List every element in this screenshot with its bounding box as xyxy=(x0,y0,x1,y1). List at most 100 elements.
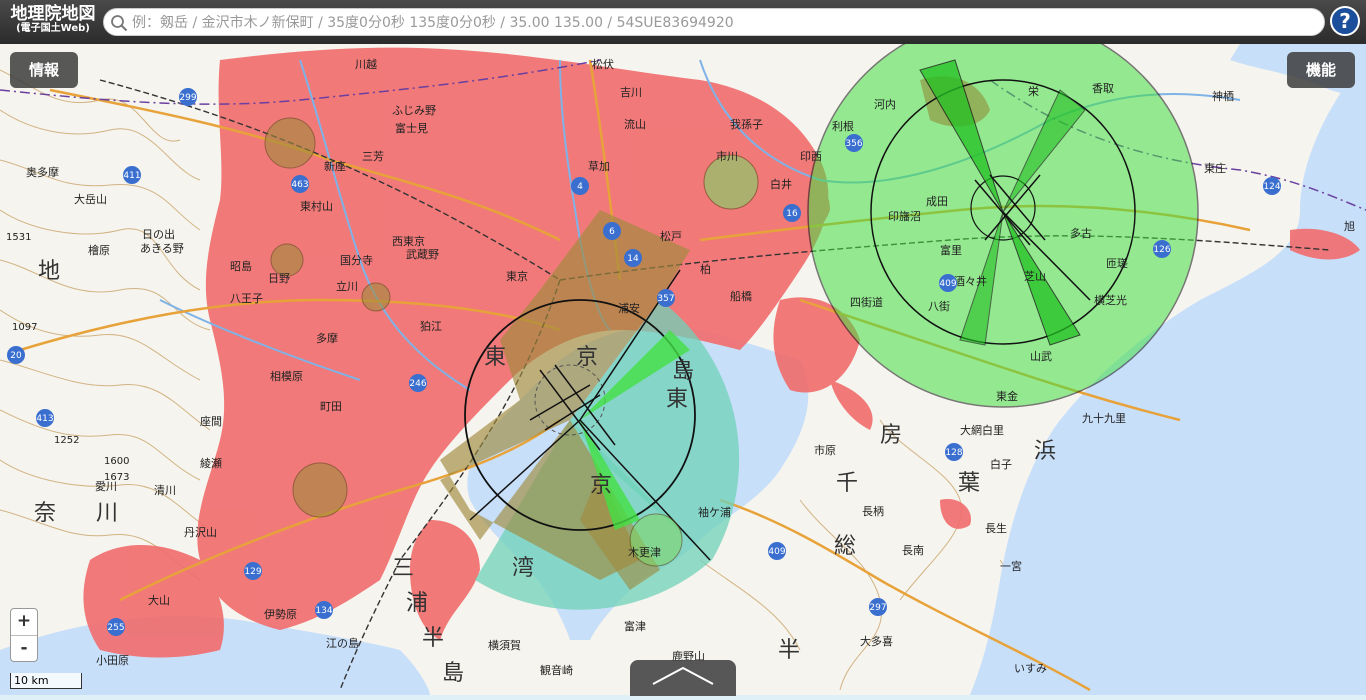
place-label: 西東京 xyxy=(392,234,425,248)
place-label: 印旛沼 xyxy=(888,209,921,223)
scale-label: 10 km xyxy=(14,674,49,687)
search-icon xyxy=(111,15,128,32)
place-label: 芝山 xyxy=(1024,270,1046,283)
place-label: 河内 xyxy=(874,97,896,111)
place-label: 大網白里 xyxy=(960,423,1004,437)
elevation-label: 1097 xyxy=(12,322,37,333)
place-label: 松伏 xyxy=(592,57,614,71)
place-label: 横須賀 xyxy=(488,638,521,652)
place-label: 市原 xyxy=(814,443,836,457)
place-label: 相模原 xyxy=(270,370,303,383)
place-label: 国分寺 xyxy=(340,254,373,267)
place-label: 富里 xyxy=(940,243,962,257)
route-shield-label: 413 xyxy=(36,414,53,424)
place-label: 東京 xyxy=(506,269,528,283)
route-shield-label: 6 xyxy=(609,227,615,237)
logo-title: 地理院地図 xyxy=(10,4,96,24)
place-label: 袖ケ浦 xyxy=(698,505,731,519)
elevation-label: 1252 xyxy=(54,435,79,446)
place-label: 酒々井 xyxy=(954,274,987,288)
elevation-label: 1673 xyxy=(104,472,129,483)
place-label: 山武 xyxy=(1030,350,1052,363)
route-shield-label: 4 xyxy=(577,182,583,192)
big-label-8: 葉 xyxy=(958,471,980,496)
elevation-label: 1600 xyxy=(104,456,129,467)
place-label: 日の出 xyxy=(142,227,175,241)
big-label-7: 千 xyxy=(836,471,858,496)
place-label: 八王子 xyxy=(230,292,263,305)
place-label: 神栖 xyxy=(1212,89,1234,103)
big-label-13: 三 xyxy=(392,556,414,581)
route-shield-label: 409 xyxy=(939,279,956,289)
big-label-3: 京 xyxy=(576,345,598,370)
place-label: 丹沢山 xyxy=(184,525,217,539)
place-label: 立川 xyxy=(336,279,358,293)
search-box[interactable] xyxy=(103,8,1325,36)
place-label: 横芝光 xyxy=(1094,293,1127,307)
place-label: 長柄 xyxy=(862,505,884,518)
place-label: 香取 xyxy=(1092,82,1114,95)
route-shield-label: 134 xyxy=(315,606,332,616)
place-label: 四街道 xyxy=(850,295,883,309)
place-label: 成田 xyxy=(926,195,948,208)
place-label: 小田原 xyxy=(96,654,129,667)
big-label-5: 湾 xyxy=(512,556,534,581)
route-shield-label: 357 xyxy=(657,294,674,304)
route-shield-label: 297 xyxy=(869,603,886,613)
place-label: 八街 xyxy=(928,299,950,313)
big-label-0: 島 xyxy=(672,359,694,384)
map-canvas[interactable]: 島 東 東 京 京 湾 房 千 葉 総 半 奈 川 三 浦 半 島 地 浜 川越… xyxy=(0,0,1366,695)
big-label-9: 総 xyxy=(834,534,856,559)
search-input[interactable] xyxy=(130,11,1314,35)
route-shield-label: 356 xyxy=(845,139,862,149)
place-label: 清川 xyxy=(154,484,176,497)
big-label-10: 半 xyxy=(778,638,800,663)
place-label: 印西 xyxy=(800,150,822,163)
place-label: 栄 xyxy=(1028,84,1039,98)
route-shield-label: 14 xyxy=(627,254,639,264)
place-label: 長生 xyxy=(985,521,1007,535)
functions-button[interactable]: 機能 xyxy=(1287,52,1355,88)
place-label: 草加 xyxy=(588,160,610,173)
chevron-up-icon xyxy=(652,666,714,685)
place-label: 伊勢原 xyxy=(264,607,297,621)
place-label: 富津 xyxy=(624,619,646,633)
zoom-in-button[interactable]: + xyxy=(11,609,37,636)
route-shield-label: 16 xyxy=(786,209,798,219)
route-shield-label: 409 xyxy=(768,547,785,557)
route-shield-label: 128 xyxy=(945,448,962,458)
place-label: 日野 xyxy=(268,272,290,285)
place-label: 白井 xyxy=(770,177,792,191)
app-logo[interactable]: 地理院地図 (電子国土Web) xyxy=(6,4,100,40)
place-label: 檜原 xyxy=(88,243,110,257)
place-label: 吉川 xyxy=(620,86,642,99)
place-label: 三芳 xyxy=(362,149,384,163)
big-label-16: 島 xyxy=(442,661,464,686)
bottom-drawer-toggle[interactable] xyxy=(630,660,736,696)
place-label: 観音崎 xyxy=(540,663,573,677)
place-label: 富士見 xyxy=(395,121,428,135)
help-button[interactable]: ? xyxy=(1330,6,1360,36)
place-label: 市川 xyxy=(716,149,738,163)
narita-airspace xyxy=(807,16,1199,408)
route-shield-label: 20 xyxy=(10,351,22,361)
place-label: 武蔵野 xyxy=(406,248,439,261)
place-label: 九十九里 xyxy=(1082,411,1126,425)
zoom-out-button[interactable]: - xyxy=(11,636,37,662)
place-label: 新座 xyxy=(324,159,346,173)
place-label: 利根 xyxy=(832,119,854,133)
route-shield-label: 129 xyxy=(244,567,261,577)
place-label: 松戸 xyxy=(660,229,682,243)
big-label-6: 房 xyxy=(880,423,902,448)
big-label-4: 京 xyxy=(590,473,612,498)
big-label-11: 奈 xyxy=(34,501,56,526)
route-shield-label: 299 xyxy=(179,93,196,103)
scale-bar: 10 km xyxy=(10,673,82,689)
place-label: 江の島 xyxy=(326,636,359,650)
big-label-15: 半 xyxy=(422,626,444,651)
route-shield-label: 463 xyxy=(291,180,308,190)
route-shield-label: 126 xyxy=(1153,245,1170,255)
info-button[interactable]: 情報 xyxy=(10,52,78,88)
place-label: 座間 xyxy=(200,414,222,428)
place-label: 大岳山 xyxy=(74,192,107,206)
